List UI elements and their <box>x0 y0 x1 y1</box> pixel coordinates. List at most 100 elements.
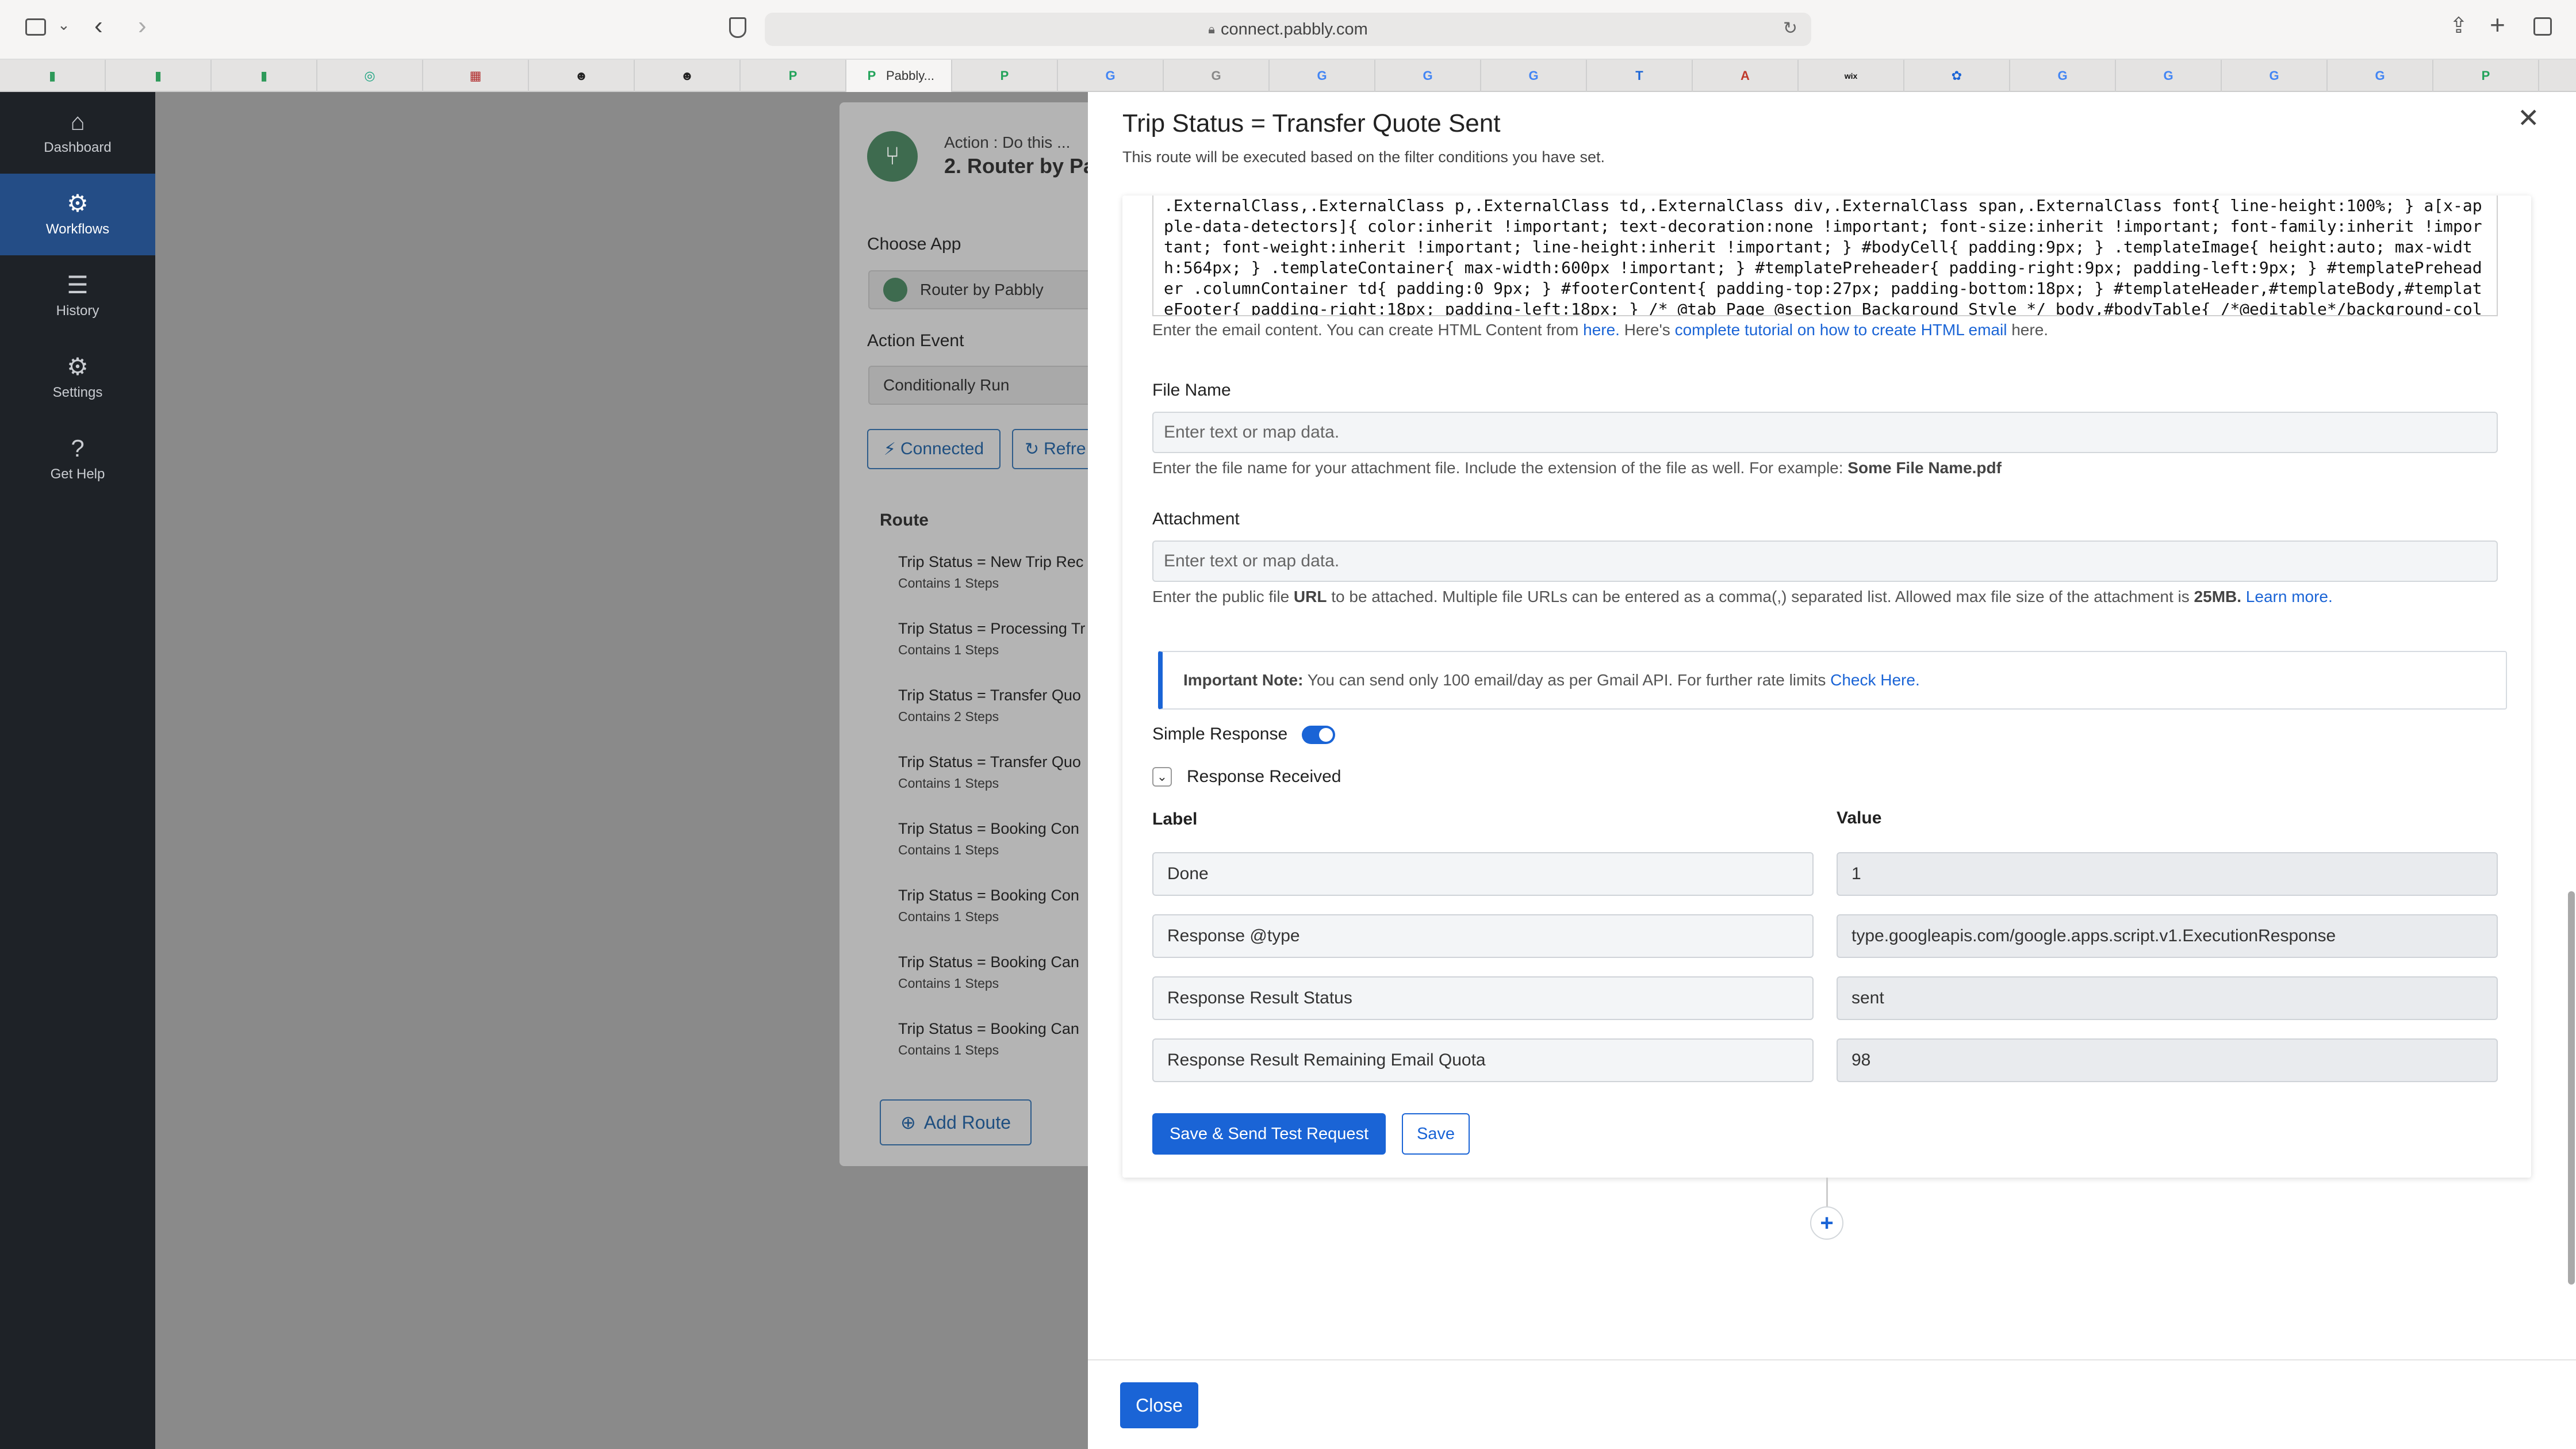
add-route-button[interactable]: ⊕ Add Route <box>880 1099 1032 1145</box>
forward-icon[interactable]: › <box>138 12 147 40</box>
response-value-field[interactable]: type.googleapis.com/google.apps.script.v… <box>1837 914 2498 958</box>
share-icon[interactable]: ⇪ <box>2450 13 2468 39</box>
scrollbar[interactable] <box>2568 891 2575 1285</box>
browser-tab[interactable]: ▮ <box>212 60 317 92</box>
response-label-field[interactable]: Done <box>1152 852 1814 896</box>
response-label-field[interactable]: Response Result Remaining Email Quota <box>1152 1038 1814 1082</box>
route-steps: Contains 2 Steps <box>898 709 999 724</box>
sidebar-item-workflows[interactable]: ⚙ Workflows <box>0 174 155 255</box>
modal-title: Trip Status = Transfer Quote Sent <box>1122 109 1501 137</box>
browser-tab[interactable]: wix <box>1799 60 1904 92</box>
chart-icon: ▮ <box>154 68 162 83</box>
file-name-label: File Name <box>1152 381 1231 400</box>
browser-tab[interactable]: G <box>2116 60 2222 92</box>
google-icon: G <box>1105 68 1116 83</box>
response-label-field[interactable]: Response Result Status <box>1152 976 1814 1020</box>
email-content-textarea[interactable]: .ExternalClass,.ExternalClass p,.Externa… <box>1152 195 2498 316</box>
tab-overview-icon[interactable] <box>2533 17 2552 36</box>
route-steps: Contains 1 Steps <box>898 976 999 991</box>
save-button[interactable]: Save <box>1402 1113 1470 1155</box>
attachment-help: Enter the public file URL to be attached… <box>1152 588 2333 606</box>
browser-tab[interactable]: T <box>1587 60 1693 92</box>
browser-tab[interactable]: P <box>741 60 846 92</box>
pabbly-icon: P <box>867 68 876 83</box>
route-item[interactable]: Trip Status = Transfer Quo Contains 1 Ste… <box>898 753 1105 791</box>
sidebar-toggle-icon[interactable] <box>25 18 46 36</box>
route-item[interactable]: Trip Status = Processing Tr Contains 1 St… <box>898 620 1105 658</box>
browser-tab[interactable]: A <box>1693 60 1799 92</box>
browser-tab[interactable]: ☻ <box>529 60 635 92</box>
browser-tab[interactable]: ◎ <box>317 60 423 92</box>
email-content-help: Enter the email content. You can create … <box>1152 321 2048 339</box>
pabbly-icon: P <box>788 68 798 83</box>
reload-icon[interactable]: ↻ <box>1783 18 1797 39</box>
response-value-field[interactable]: sent <box>1837 976 2498 1020</box>
route-item[interactable]: Trip Status = Booking Can Contains 1 Step… <box>898 1020 1105 1058</box>
browser-tab[interactable]: ☻ <box>635 60 741 92</box>
browser-tab[interactable]: G <box>2010 60 2116 92</box>
attachment-input[interactable]: Enter text or map data. <box>1152 540 2498 582</box>
browser-tab[interactable]: G <box>2222 60 2328 92</box>
response-value-field[interactable]: 98 <box>1837 1038 2498 1082</box>
browser-tab[interactable]: ✿ <box>1904 60 2010 92</box>
shield-icon[interactable] <box>729 17 746 38</box>
route-steps: Contains 1 Steps <box>898 776 999 791</box>
browser-tab[interactable]: G <box>1058 60 1164 92</box>
file-name-help-text: Enter the file name for your attachment … <box>1152 459 1848 477</box>
save-send-test-button[interactable]: Save & Send Test Request <box>1152 1113 1386 1155</box>
gear-icon: ✿ <box>1951 68 1962 83</box>
add-step-button[interactable]: + <box>1810 1206 1843 1240</box>
route-title: Trip Status = New Trip Rec <box>898 553 1084 570</box>
connected-button[interactable]: ⚡︎ Connected <box>867 429 1000 469</box>
app-select[interactable]: Router by Pabbly <box>868 270 1098 309</box>
new-tab-icon[interactable]: + <box>2490 9 2505 40</box>
simple-response-toggle[interactable] <box>1302 726 1335 744</box>
learn-more-link[interactable]: Learn more. <box>2246 588 2333 605</box>
route-title: Trip Status = Transfer Quo <box>898 687 1081 704</box>
browser-tab[interactable]: G <box>2328 60 2433 92</box>
action-prefix: Action : Do this ... <box>944 133 1071 151</box>
plus-circle-icon: ⊕ <box>900 1112 916 1133</box>
browser-tab[interactable]: ▦ <box>423 60 529 92</box>
important-note: Important Note: You can send only 100 em… <box>1158 651 2507 710</box>
gmail-icon: G <box>1211 68 1221 83</box>
response-value-field[interactable]: 1 <box>1837 852 2498 896</box>
browser-tab[interactable]: P <box>952 60 1058 92</box>
browser-tab[interactable]: G <box>1270 60 1375 92</box>
check-here-link[interactable]: Check Here. <box>1830 671 1920 689</box>
file-name-example: Some File Name.pdf <box>1847 459 2002 477</box>
browser-tab[interactable]: G <box>1164 60 1270 92</box>
step-connector <box>1826 1178 1828 1209</box>
html-content-link[interactable]: here. <box>1583 321 1620 339</box>
sidebar-item-history[interactable]: ☰ History <box>0 255 155 337</box>
close-icon[interactable]: ✕ <box>2517 102 2540 133</box>
browser-tab[interactable]: G <box>1375 60 1481 92</box>
file-name-help: Enter the file name for your attachment … <box>1152 459 2002 477</box>
tab-active[interactable]: P Pabbly... <box>846 60 952 92</box>
tutorial-link[interactable]: complete tutorial on how to create HTML … <box>1675 321 2007 339</box>
route-item[interactable]: Trip Status = Booking Con Contains 1 Step… <box>898 820 1105 858</box>
close-button[interactable]: Close <box>1120 1382 1198 1428</box>
route-item[interactable]: Trip Status = Booking Con Contains 1 Step… <box>898 887 1105 925</box>
browser-tab[interactable]: ▮ <box>106 60 212 92</box>
route-item[interactable]: Trip Status = Transfer Quo Contains 2 Ste… <box>898 687 1105 724</box>
sidebar-item-label: Get Help <box>50 466 105 482</box>
response-received-toggle[interactable]: ⌄ <box>1152 767 1172 787</box>
response-label-field[interactable]: Response @type <box>1152 914 1814 958</box>
route-item[interactable]: Trip Status = Booking Can Contains 1 Step… <box>898 953 1105 991</box>
sidebar-item-get-help[interactable]: ? Get Help <box>0 419 155 500</box>
route-item[interactable]: Trip Status = New Trip Rec Contains 1 Ste… <box>898 553 1105 591</box>
action-event-select[interactable]: Conditionally Run <box>868 366 1098 405</box>
chevron-down-icon[interactable]: ⌄ <box>57 16 70 34</box>
browser-tab[interactable]: G <box>1481 60 1587 92</box>
note-text: You can send only 100 email/day as per G… <box>1303 671 1831 689</box>
attachment-help-size: 25MB. <box>2194 588 2242 605</box>
plus-icon: + <box>1820 1210 1834 1236</box>
sidebar-item-dashboard[interactable]: ⌂ Dashboard <box>0 92 155 174</box>
back-icon[interactable]: ‹ <box>94 12 103 40</box>
address-bar[interactable]: 🔒︎ connect.pabbly.com ↻ <box>765 13 1811 46</box>
sidebar-item-settings[interactable]: ⚙ Settings <box>0 337 155 419</box>
browser-tab[interactable]: P <box>2433 60 2539 92</box>
browser-tab[interactable]: ▮ <box>0 60 106 92</box>
file-name-input[interactable]: Enter text or map data. <box>1152 412 2498 453</box>
